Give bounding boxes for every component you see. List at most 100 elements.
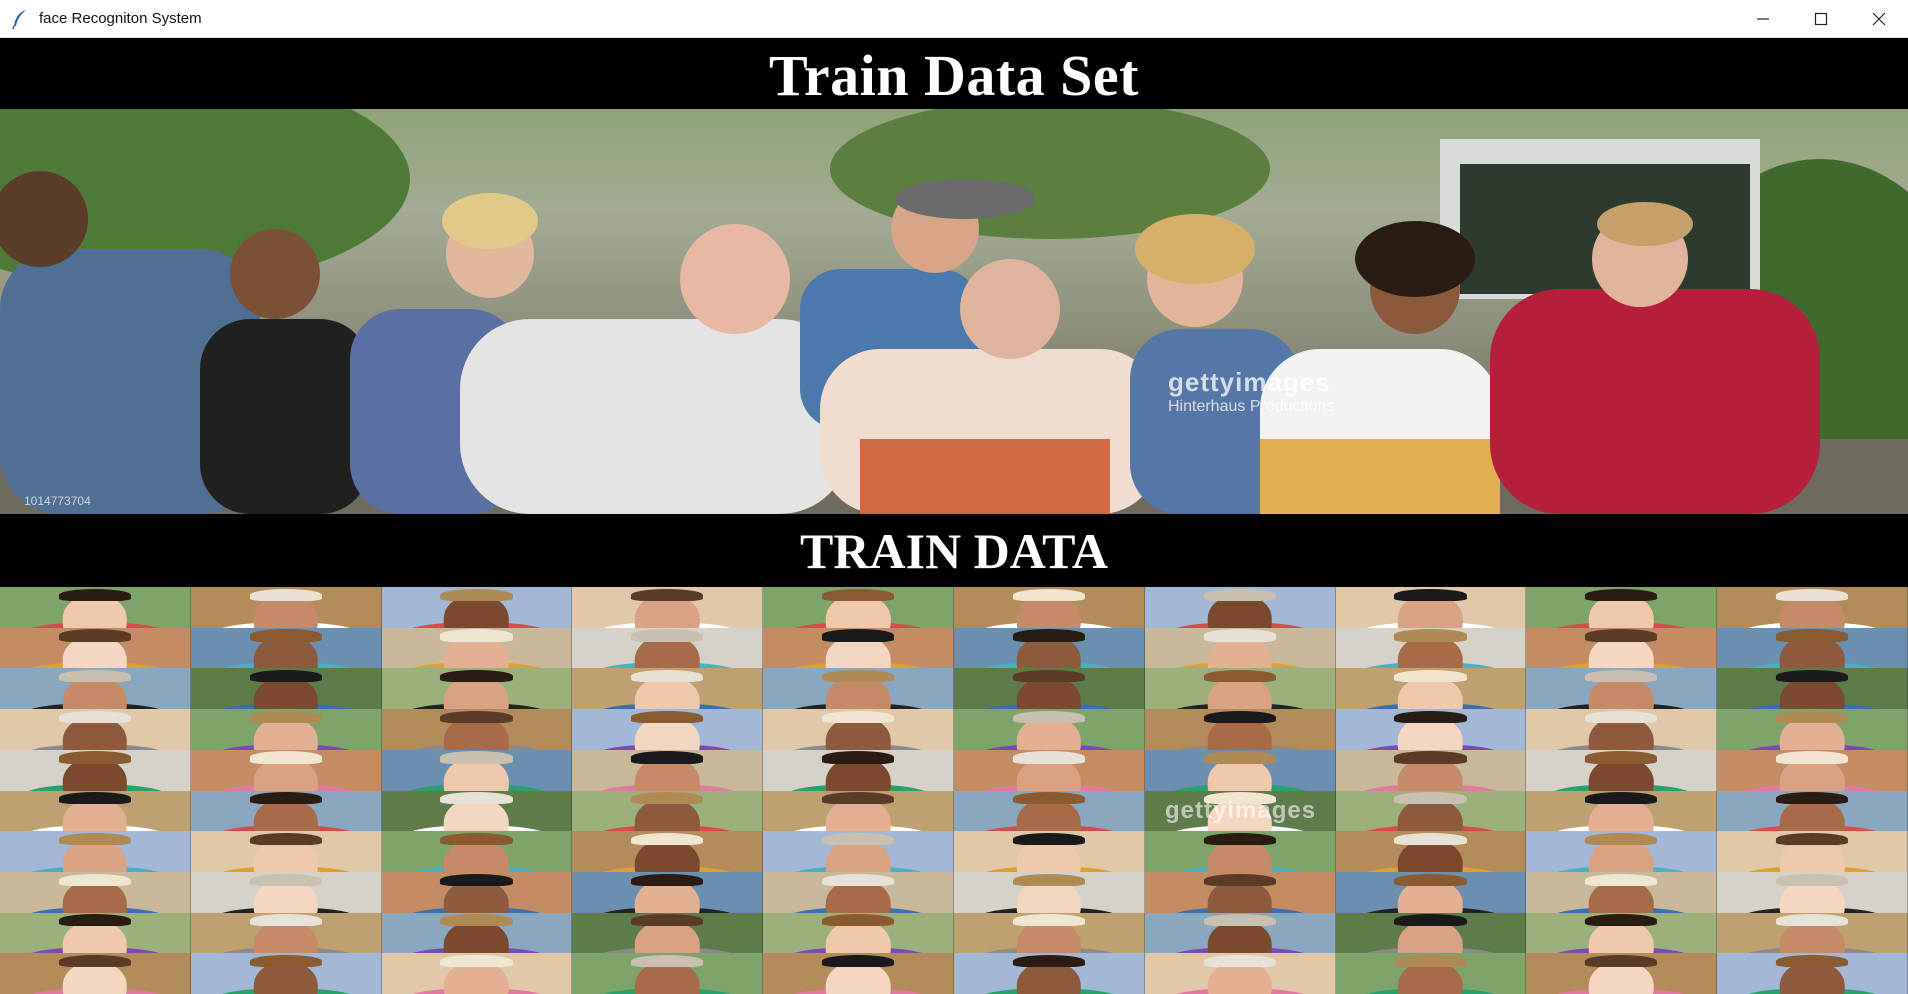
face-tile bbox=[572, 627, 764, 669]
face-tile bbox=[954, 587, 1145, 628]
face-tile bbox=[954, 953, 1145, 994]
face-tile bbox=[1526, 587, 1718, 628]
face-tile bbox=[1717, 668, 1908, 710]
face-tile bbox=[1717, 912, 1908, 954]
face-tile bbox=[954, 749, 1145, 791]
face-tile bbox=[381, 953, 573, 994]
face-tile bbox=[1717, 871, 1908, 913]
face-tile bbox=[954, 709, 1145, 750]
section-bar: TRAIN DATA bbox=[0, 514, 1908, 587]
face-tile bbox=[190, 953, 382, 994]
feather-icon bbox=[12, 9, 26, 29]
face-tile bbox=[572, 953, 764, 994]
face-tile bbox=[763, 790, 954, 832]
face-tile bbox=[572, 749, 764, 791]
group-photo-banner: gettyimages Hinterhaus Productions 10147… bbox=[0, 109, 1908, 514]
window-title: face Recogniton System bbox=[39, 10, 202, 27]
face-tile bbox=[954, 831, 1145, 872]
face-tile bbox=[763, 912, 954, 954]
face-tile bbox=[1335, 749, 1527, 791]
face-tile bbox=[381, 871, 573, 913]
face-tile bbox=[763, 627, 954, 669]
face-tile bbox=[1717, 831, 1908, 872]
face-tile bbox=[1335, 953, 1527, 994]
face-tile bbox=[1335, 912, 1527, 954]
face-tile bbox=[1717, 953, 1908, 994]
face-tile bbox=[190, 790, 382, 832]
face-tile bbox=[190, 627, 382, 669]
face-tile bbox=[1526, 953, 1718, 994]
face-tile bbox=[572, 831, 764, 872]
face-tile bbox=[1144, 709, 1336, 750]
face-tile bbox=[190, 709, 382, 750]
face-tile bbox=[0, 953, 191, 994]
face-tile bbox=[381, 912, 573, 954]
face-tile bbox=[190, 668, 382, 710]
face-tile bbox=[572, 871, 764, 913]
close-icon bbox=[1872, 12, 1886, 25]
face-tile bbox=[1526, 790, 1718, 832]
face-tile bbox=[0, 831, 191, 872]
face-tile bbox=[1144, 668, 1336, 710]
face-tile bbox=[1335, 831, 1527, 872]
face-tile bbox=[190, 831, 382, 872]
face-tile bbox=[763, 871, 954, 913]
face-tile bbox=[190, 912, 382, 954]
face-tile bbox=[1526, 709, 1718, 750]
face-tile bbox=[763, 953, 954, 994]
face-tile bbox=[763, 831, 954, 872]
face-tile bbox=[0, 587, 191, 628]
face-tile bbox=[190, 871, 382, 913]
face-tile bbox=[381, 587, 573, 628]
maximize-button[interactable] bbox=[1792, 0, 1850, 38]
face-tile bbox=[954, 668, 1145, 710]
face-tile bbox=[1335, 668, 1527, 710]
watermark-credit: Hinterhaus Productions bbox=[1168, 398, 1335, 415]
face-tile bbox=[381, 790, 573, 832]
watermark-brand: gettyimages bbox=[1168, 367, 1331, 397]
face-tile bbox=[763, 668, 954, 710]
close-button[interactable] bbox=[1850, 0, 1908, 38]
face-tile bbox=[1717, 587, 1908, 628]
face-tile bbox=[190, 587, 382, 628]
face-tile bbox=[381, 627, 573, 669]
face-tile bbox=[572, 668, 764, 710]
face-tile bbox=[1144, 912, 1336, 954]
face-tile bbox=[0, 912, 191, 954]
face-tile bbox=[381, 749, 573, 791]
face-tile bbox=[1144, 871, 1336, 913]
face-tile bbox=[1526, 749, 1718, 791]
grid-watermark: gettyimages bbox=[1165, 797, 1317, 824]
face-tile bbox=[1717, 749, 1908, 791]
face-tile bbox=[763, 749, 954, 791]
face-tile bbox=[381, 709, 573, 750]
face-tile bbox=[1335, 709, 1527, 750]
face-tile bbox=[1526, 668, 1718, 710]
maximize-icon bbox=[1814, 12, 1828, 25]
face-tile bbox=[1144, 953, 1336, 994]
face-tile bbox=[190, 749, 382, 791]
image-id: 1014773704 bbox=[24, 494, 91, 508]
face-tile bbox=[0, 871, 191, 913]
face-tile bbox=[381, 831, 573, 872]
face-mosaic: gettyimages bbox=[0, 587, 1908, 994]
face-tile bbox=[1717, 790, 1908, 832]
face-tile bbox=[0, 627, 191, 669]
face-tile bbox=[1335, 871, 1527, 913]
face-tile bbox=[1526, 912, 1718, 954]
face-tile bbox=[0, 749, 191, 791]
face-tile bbox=[1144, 587, 1336, 628]
face-tile bbox=[954, 627, 1145, 669]
face-tile bbox=[763, 709, 954, 750]
banner-watermark: gettyimages Hinterhaus Productions bbox=[1168, 367, 1334, 416]
minimize-button[interactable] bbox=[1734, 0, 1792, 38]
minimize-icon bbox=[1757, 17, 1769, 20]
face-tile bbox=[572, 912, 764, 954]
face-tile bbox=[381, 668, 573, 710]
group-photo bbox=[0, 109, 1908, 514]
face-tile bbox=[0, 790, 191, 832]
face-tile bbox=[763, 587, 954, 628]
face-tile bbox=[0, 709, 191, 750]
face-tile bbox=[954, 871, 1145, 913]
face-tile bbox=[1144, 627, 1336, 669]
